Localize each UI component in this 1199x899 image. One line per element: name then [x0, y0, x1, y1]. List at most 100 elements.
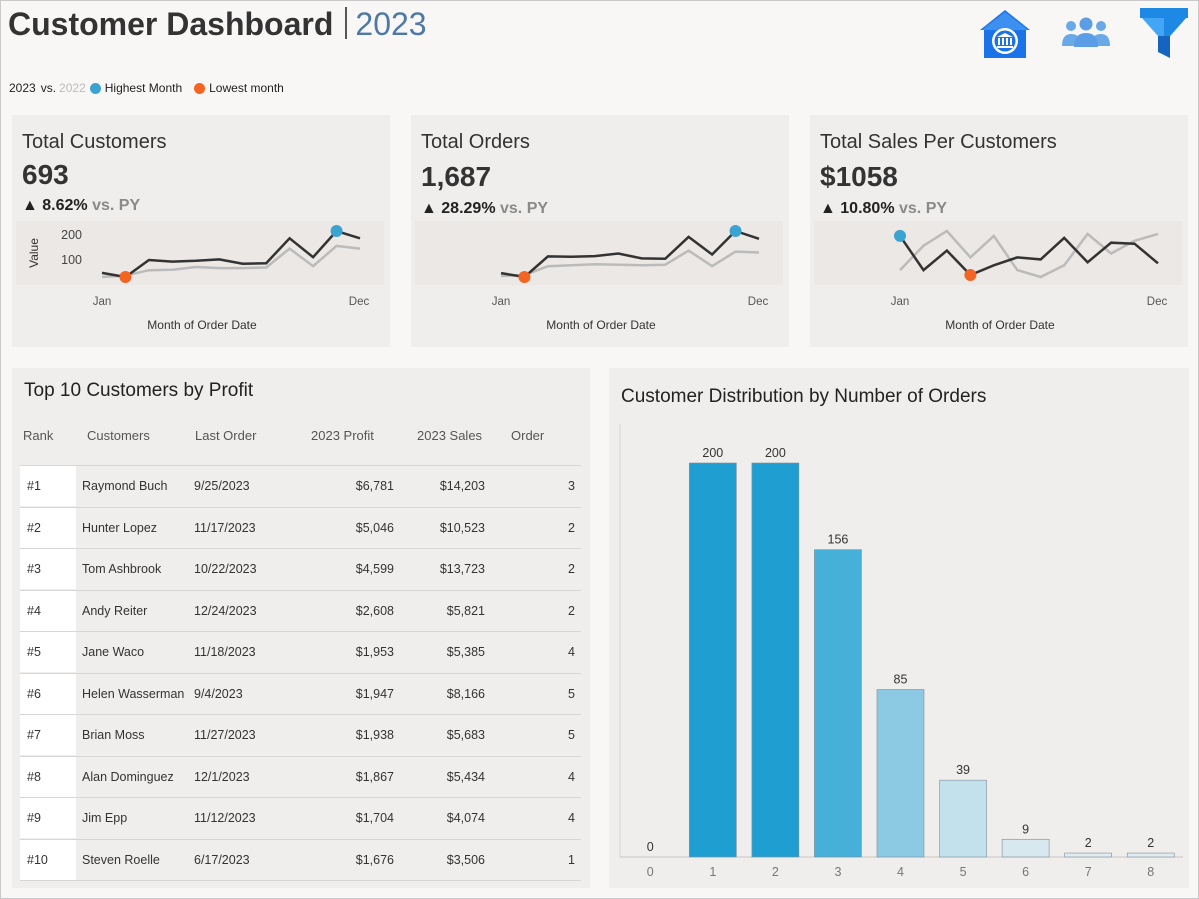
rank-cell: #4 [20, 590, 76, 631]
last-order-cell: 9/25/2023 [194, 479, 250, 493]
bar-value-label: 2 [1085, 836, 1092, 850]
highest-month-marker[interactable] [894, 229, 906, 242]
legend-prior-year: 2022 [59, 81, 86, 95]
x-tick-label: 6 [1022, 865, 1029, 879]
table-row[interactable]: #6 Helen Wasserman 9/4/2023 $1,947 $8,166 5 [20, 672, 581, 714]
kpi-delta-vs: vs. PY [92, 197, 141, 214]
order-count-cell: 2 [568, 520, 575, 535]
order-count-cell: 2 [568, 603, 575, 618]
table-row[interactable]: #7 Brian Moss 11/27/2023 $1,938 $5,683 5 [20, 714, 581, 755]
kpi-title: Total Sales Per Customers [820, 131, 1057, 153]
rank-cell: #2 [20, 507, 76, 548]
profit-cell: $1,867 [355, 769, 394, 784]
customer-name-cell: Brian Moss [82, 728, 145, 742]
kpi-delta-value: ▲ 10.80% [820, 200, 895, 217]
sparkline-total-orders: Jan Dec Month of Order Date [415, 221, 783, 332]
sparkline-x-start: Jan [891, 296, 910, 308]
filter-icon[interactable] [1140, 6, 1188, 62]
kpi-delta: ▲ 10.80% vs. PY [820, 200, 947, 218]
sales-cell: $13,723 [439, 562, 485, 576]
x-tick-label: 4 [897, 865, 904, 879]
table-row[interactable]: #4 Andy Reiter 12/24/2023 $2,608 $5,821 2 [20, 589, 581, 631]
lowest-month-marker[interactable] [119, 271, 132, 283]
customer-name-cell: Raymond Buch [82, 479, 168, 493]
sparkline-plot-area [415, 221, 783, 285]
rank-cell: #7 [20, 715, 76, 755]
last-order-cell: 6/17/2023 [194, 852, 250, 867]
comparison-legend: 2023 vs. 2022 Highest Month Lowest month [9, 81, 284, 95]
order-count-cell: 4 [568, 769, 575, 784]
column-header-sales[interactable]: 2023 Sales [417, 428, 482, 443]
rank-cell: #9 [20, 798, 76, 838]
bar-8-orders[interactable] [1126, 852, 1175, 858]
sparkline-x-axis-label: Month of Order Date [546, 318, 656, 332]
bar-1-orders[interactable] [689, 462, 737, 858]
kpi-delta-value: ▲ 8.62% [22, 197, 88, 214]
bar-6-orders[interactable] [1001, 838, 1050, 858]
last-order-cell: 11/12/2023 [194, 811, 256, 825]
x-tick-label: 7 [1085, 865, 1092, 879]
x-tick-label: 8 [1147, 865, 1154, 879]
sparkline-x-end: Dec [349, 296, 370, 308]
last-order-cell: 11/17/2023 [194, 520, 256, 535]
rank-cell: #10 [20, 839, 76, 880]
kpi-delta: ▲ 28.29% vs. PY [421, 200, 548, 218]
last-order-cell: 12/24/2023 [194, 603, 257, 618]
column-header-rank[interactable]: Rank [23, 428, 53, 443]
kpi-title: Total Customers [22, 131, 167, 153]
last-order-cell: 11/18/2023 [194, 645, 256, 659]
sales-cell: $4,074 [446, 811, 485, 825]
sparkline-y-tick: 200 [61, 228, 82, 242]
rank-cell: #5 [20, 632, 76, 672]
x-tick-label: 2 [772, 865, 779, 879]
sparkline-x-start: Jan [93, 296, 112, 308]
table-title: Top 10 Customers by Profit [24, 380, 254, 401]
table-row[interactable]: #10 Steven Roelle 6/17/2023 $1,676 $3,506 1 [20, 838, 581, 880]
bar-value-label: 0 [647, 840, 654, 854]
bank-icon[interactable] [978, 8, 1032, 60]
lowest-month-marker[interactable] [518, 271, 531, 283]
customer-name-cell: Alan Dominguez [82, 769, 174, 784]
table-row[interactable]: #8 Alan Dominguez 12/1/2023 $1,867 $5,434 4 [20, 755, 581, 797]
order-count-cell: 4 [568, 645, 575, 659]
sparkline-y-tick: 100 [61, 253, 82, 267]
bar-value-label: 200 [765, 446, 786, 460]
legend-lowest-label: Lowest month [209, 81, 284, 95]
column-header-last-order[interactable]: Last Order [195, 428, 256, 443]
column-header-orders[interactable]: Order [511, 428, 544, 443]
table-row[interactable]: #3 Tom Ashbrook 10/22/2023 $4,599 $13,723 2 [20, 548, 581, 589]
customer-name-cell: Andy Reiter [82, 603, 148, 618]
order-count-cell: 3 [568, 479, 575, 493]
table-row[interactable]: #2 Hunter Lopez 11/17/2023 $5,046 $10,523 2 [20, 506, 581, 548]
kpi-delta-value: ▲ 28.29% [421, 200, 496, 217]
top-customers-panel: Top 10 Customers by Profit Rank Customer… [12, 368, 590, 888]
lowest-month-marker[interactable] [964, 269, 977, 282]
column-header-profit[interactable]: 2023 Profit [311, 428, 374, 443]
bar-5-orders[interactable] [939, 779, 987, 858]
legend-highest-label: Highest Month [104, 81, 183, 95]
table-row[interactable]: #5 Jane Waco 11/18/2023 $1,953 $5,385 4 [20, 631, 581, 672]
x-tick-label: 1 [709, 865, 716, 879]
users-icon[interactable] [1060, 16, 1112, 50]
last-order-cell: 10/22/2023 [194, 562, 257, 576]
bar-3-orders[interactable] [814, 549, 862, 858]
bar-7-orders[interactable] [1064, 852, 1112, 858]
sparkline-x-end: Dec [1147, 296, 1168, 308]
table-row[interactable]: #9 Jim Epp 11/12/2023 $1,704 $4,074 4 [20, 797, 581, 838]
kpi-delta-vs: vs. PY [899, 200, 948, 217]
bar-2-orders[interactable] [751, 462, 800, 858]
kpi-card-sales-per-customer: Total Sales Per Customers $1058 ▲ 10.80%… [810, 115, 1188, 347]
legend-current-year: 2023 [9, 81, 36, 95]
bar-value-label: 156 [828, 533, 849, 547]
legend-vs: vs. [40, 81, 57, 95]
table-row[interactable]: #1 Raymond Buch 9/25/2023 $6,781 $14,203 3 [20, 465, 581, 506]
column-header-customers[interactable]: Customers [87, 428, 150, 443]
highest-month-marker[interactable] [729, 225, 742, 237]
order-count-cell: 5 [568, 686, 575, 701]
sparkline-x-start: Jan [492, 296, 511, 308]
bar-4-orders[interactable] [876, 689, 925, 858]
sparkline-y-axis-label: Value [27, 238, 41, 268]
rank-cell: #3 [20, 549, 76, 589]
distribution-bar-chart: 0 0 200 1 200 2 156 3 85 4 39 5 9 6 2 7 2 8 [619, 424, 1183, 879]
highest-month-marker[interactable] [330, 225, 343, 237]
